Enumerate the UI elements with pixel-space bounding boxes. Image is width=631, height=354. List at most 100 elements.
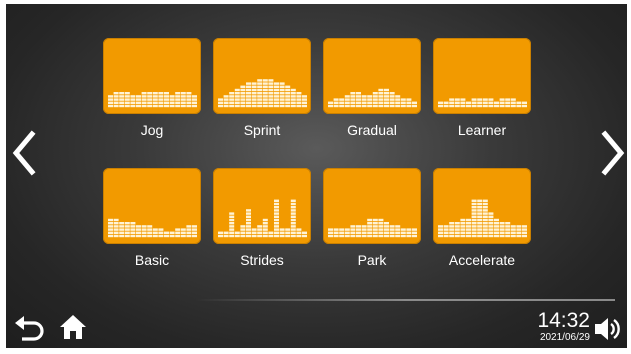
- profile-segment: [412, 234, 417, 238]
- profile-segment: [274, 101, 279, 104]
- program-label-park: Park: [357, 252, 387, 268]
- profile-segment: [257, 231, 263, 234]
- profile-segment: [262, 218, 268, 222]
- program-tile-sprint[interactable]: Sprint: [213, 38, 324, 160]
- profile-segment: [333, 104, 339, 108]
- profile-segment: [412, 104, 417, 108]
- profile-segment: [169, 95, 175, 98]
- home-button[interactable]: [58, 312, 88, 342]
- profile-segment: [488, 98, 494, 101]
- profile-segment: [389, 98, 395, 101]
- program-tile-accelerate[interactable]: Accelerate: [433, 168, 544, 290]
- back-button[interactable]: [14, 312, 46, 342]
- profile-segment: [482, 199, 488, 202]
- profile-segment: [477, 225, 483, 228]
- profile-segment: [268, 104, 274, 108]
- profile-segment: [257, 85, 263, 88]
- program-tile-basic[interactable]: Basic: [103, 168, 214, 290]
- profile-segment: [438, 225, 443, 228]
- profile-segment: [108, 101, 113, 104]
- profile-segment: [361, 104, 367, 108]
- program-tile-learner[interactable]: Learner: [433, 38, 544, 160]
- program-tile-park[interactable]: Park: [323, 168, 434, 290]
- profile-segment: [471, 104, 477, 108]
- profile-segment: [164, 101, 169, 104]
- profile-segment: [477, 104, 483, 108]
- profile-segment: [136, 95, 141, 98]
- profile-segment: [460, 231, 466, 234]
- profile-segment: [339, 228, 345, 231]
- profile-segment: [471, 98, 477, 101]
- profile-segment: [141, 225, 147, 228]
- profile-segment: [130, 222, 136, 225]
- profile-segment: [164, 92, 169, 95]
- profile-segment: [141, 231, 147, 234]
- profile-segment: [522, 231, 527, 234]
- profile-segment: [443, 228, 449, 231]
- profile-segment: [240, 92, 246, 95]
- profile-segment: [505, 98, 511, 101]
- profile-segment: [389, 234, 395, 238]
- profile-segment: [356, 234, 361, 238]
- clock-date: 2021/06/29: [539, 332, 590, 343]
- profile-segment: [466, 104, 471, 108]
- learner-profile-icon: [433, 38, 531, 114]
- profile-segment: [257, 82, 263, 85]
- profile-segment: [406, 104, 412, 108]
- profile-segment: [268, 101, 274, 104]
- profile-segment: [290, 228, 296, 231]
- profile-segment: [389, 95, 395, 98]
- profile-segment: [180, 92, 186, 95]
- back-arrow-icon: [15, 316, 44, 341]
- profile-segment: [113, 218, 119, 222]
- profile-segment: [119, 92, 125, 95]
- profile-segment: [169, 231, 175, 234]
- profile-segment: [412, 228, 417, 231]
- profile-segment: [522, 228, 527, 231]
- profile-segment: [158, 104, 164, 108]
- profile-segment: [223, 101, 229, 104]
- profile-segment: [443, 234, 449, 238]
- profile-segment: [488, 218, 494, 222]
- profile-segment: [438, 104, 443, 108]
- profile-segment: [152, 92, 158, 95]
- profile-segment: [229, 215, 235, 218]
- profile-segment: [367, 95, 373, 98]
- profile-segment: [257, 95, 263, 98]
- profile-segment: [124, 228, 130, 231]
- profile-segment: [395, 104, 401, 108]
- profile-segment: [257, 104, 263, 108]
- profile-segment: [361, 101, 367, 104]
- profile-segment: [367, 218, 373, 222]
- profile-segment: [384, 231, 389, 234]
- profile-segment: [279, 92, 285, 95]
- profile-segment: [482, 218, 488, 222]
- profile-segment: [169, 98, 175, 101]
- profile-segment: [251, 82, 257, 85]
- profile-segment: [119, 225, 125, 228]
- profile-segment: [449, 234, 455, 238]
- profile-segment: [378, 228, 384, 231]
- program-tile-strides[interactable]: Strides: [213, 168, 324, 290]
- profile-segment: [274, 199, 279, 202]
- profile-segment: [175, 234, 181, 238]
- profile-segment: [290, 212, 296, 215]
- profile-segment: [516, 231, 522, 234]
- profile-segment: [339, 234, 345, 238]
- profile-segment: [164, 104, 169, 108]
- program-label-sprint: Sprint: [243, 122, 281, 138]
- profile-segment: [147, 98, 153, 101]
- profile-segment: [251, 98, 257, 101]
- volume-button[interactable]: [593, 316, 623, 342]
- footer-bar: 14:32 2021/06/29: [6, 304, 627, 348]
- profile-segment: [158, 228, 164, 231]
- profile-segment: [147, 225, 153, 228]
- profile-segment: [218, 98, 223, 101]
- program-tile-jog[interactable]: Jog: [103, 38, 214, 160]
- profile-segment: [302, 101, 307, 104]
- profile-segment: [152, 231, 158, 234]
- profile-segment: [108, 218, 113, 222]
- program-tile-gradual[interactable]: Gradual: [323, 38, 434, 160]
- profile-segment: [471, 234, 477, 238]
- profile-segment: [229, 234, 235, 238]
